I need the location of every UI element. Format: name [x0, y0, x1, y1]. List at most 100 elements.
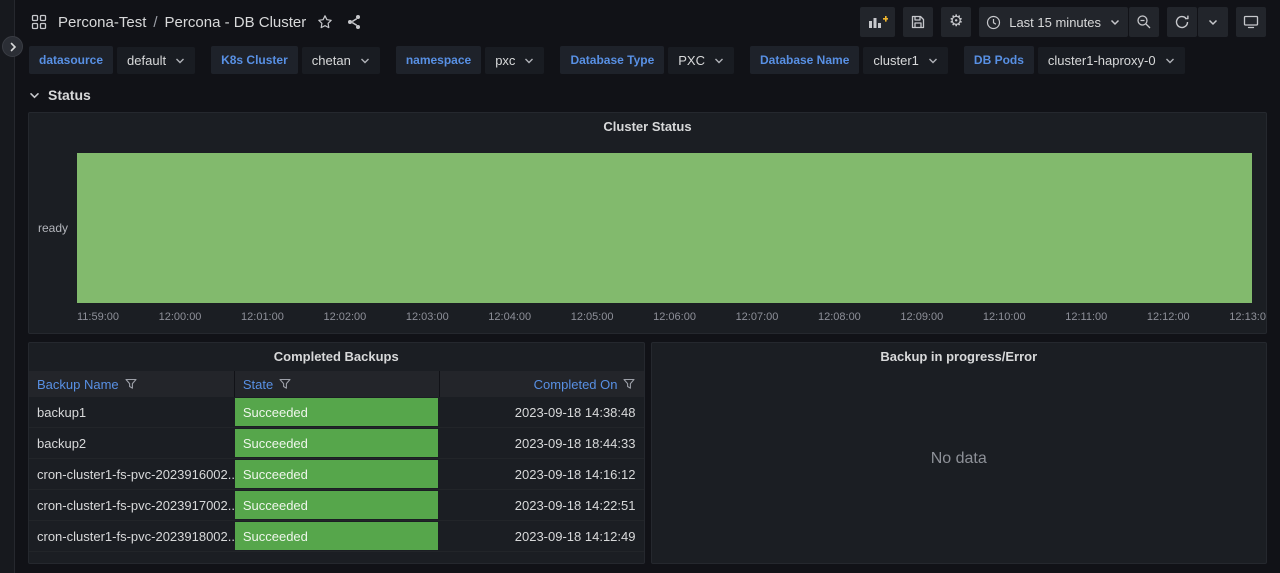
refresh-interval-dropdown[interactable] — [1198, 7, 1228, 37]
variable-k8s-cluster: K8s Clusterchetan — [211, 46, 380, 74]
completed-backups-panel: Completed Backups Backup Name State Comple… — [28, 342, 645, 564]
table-body: backup1Succeeded2023-09-18 14:38:48backu… — [29, 397, 644, 552]
x-axis-tick: 12:02:00 — [323, 311, 366, 323]
x-axis-tick: 12:00:00 — [159, 311, 202, 323]
chevron-down-icon — [714, 56, 724, 65]
column-header-completed-on[interactable]: Completed On — [439, 371, 644, 397]
add-panel-icon — [867, 14, 888, 30]
table-row: backup2Succeeded2023-09-18 18:44:33 — [29, 428, 644, 459]
x-axis-tick: 12:11:00 — [1065, 311, 1107, 323]
state-badge[interactable]: Succeeded — [235, 460, 438, 488]
state-badge[interactable]: Succeeded — [235, 429, 438, 457]
zoom-out-time-button[interactable] — [1129, 7, 1159, 37]
tv-monitor-icon — [1243, 15, 1259, 29]
time-range-label: Last 15 minutes — [1009, 15, 1101, 30]
x-axis-tick: 12:05:00 — [571, 311, 614, 323]
chevron-down-icon — [29, 90, 40, 101]
time-controls: Last 15 minutes — [979, 7, 1159, 37]
backup-name-cell[interactable]: cron-cluster1-fs-pvc-2023916002... — [29, 459, 234, 489]
chevron-down-icon — [1207, 16, 1219, 28]
page-title: Percona-Test / Percona - DB Cluster — [58, 14, 306, 31]
x-axis-tick: 12:10:00 — [983, 311, 1026, 323]
state-timeline-band[interactable] — [77, 153, 1252, 303]
column-header-label: Backup Name — [37, 377, 119, 392]
sidebar-expand-button[interactable] — [2, 36, 23, 57]
time-range-picker[interactable]: Last 15 minutes — [979, 7, 1128, 37]
filter-funnel-icon[interactable] — [279, 378, 291, 390]
breadcrumb-folder[interactable]: Percona-Test — [58, 14, 146, 31]
variable-selected-value: cluster1 — [873, 54, 919, 67]
variable-value-dropdown[interactable]: chetan — [302, 47, 380, 74]
x-axis-tick: 12:13:0 — [1229, 311, 1266, 323]
variable-selected-value: default — [127, 54, 166, 67]
breadcrumb-dashboard: Percona - DB Cluster — [165, 14, 307, 31]
kiosk-mode-button[interactable] — [1236, 7, 1266, 37]
column-header-label: State — [243, 377, 273, 392]
state-badge[interactable]: Succeeded — [235, 491, 438, 519]
dashboard-settings-button[interactable]: ⚙ — [941, 7, 971, 37]
bottom-panels-row: Completed Backups Backup Name State Comple… — [28, 342, 1267, 564]
breadcrumb-separator: / — [153, 14, 157, 31]
x-axis-tick: 12:04:00 — [488, 311, 531, 323]
star-icon — [317, 14, 333, 30]
backup-name-cell[interactable]: backup1 — [29, 397, 234, 427]
completed-on-cell: 2023-09-18 14:16:12 — [439, 459, 644, 489]
variable-value-dropdown[interactable]: cluster1 — [863, 47, 948, 74]
share-dashboard-button[interactable] — [344, 12, 364, 32]
variable-value-dropdown[interactable]: default — [117, 47, 195, 74]
refresh-icon — [1174, 14, 1190, 30]
section-header-status[interactable]: Status — [15, 80, 1280, 108]
panel-title[interactable]: Backup in progress/Error — [652, 343, 1267, 369]
completed-on-cell: 2023-09-18 14:22:51 — [439, 490, 644, 520]
table-header-row: Backup Name State Completed On — [29, 371, 644, 397]
chevron-down-icon — [524, 56, 534, 65]
star-dashboard-button[interactable] — [315, 12, 335, 32]
variable-selected-value: pxc — [495, 54, 515, 67]
backup-name-cell[interactable]: backup2 — [29, 428, 234, 458]
column-header-state[interactable]: State — [234, 371, 439, 397]
dashboards-grid-icon[interactable] — [29, 12, 49, 32]
x-axis-tick: 12:08:00 — [818, 311, 861, 323]
plot-area — [77, 153, 1252, 303]
panel-title[interactable]: Cluster Status — [29, 113, 1266, 139]
y-axis-label: ready — [29, 221, 77, 235]
variable-label: DB Pods — [964, 46, 1034, 74]
completed-on-cell: 2023-09-18 18:44:33 — [439, 428, 644, 458]
chevron-right-icon — [8, 42, 18, 52]
variable-label: Database Name — [750, 46, 859, 74]
template-variables-row: datasourcedefaultK8s Clusterchetannamesp… — [15, 44, 1280, 80]
filter-funnel-icon[interactable] — [623, 378, 635, 390]
variable-database-type: Database TypePXC — [560, 46, 734, 74]
grafana-dashboard: Percona-Test / Percona - DB Cluster — [0, 0, 1280, 573]
clock-icon — [986, 15, 1001, 30]
chevron-down-icon — [175, 56, 185, 65]
column-header-label: Completed On — [534, 377, 618, 392]
state-cell: Succeeded — [234, 490, 439, 520]
backup-name-cell[interactable]: cron-cluster1-fs-pvc-2023918002... — [29, 521, 234, 551]
variable-selected-value: cluster1-haproxy-0 — [1048, 54, 1156, 67]
completed-on-cell: 2023-09-18 14:38:48 — [439, 397, 644, 427]
column-header-backup-name[interactable]: Backup Name — [29, 371, 234, 397]
state-badge[interactable]: Succeeded — [235, 522, 438, 550]
no-data-message: No data — [652, 369, 1267, 563]
variable-value-dropdown[interactable]: pxc — [485, 47, 544, 74]
sidebar-rail — [0, 0, 15, 573]
variable-selected-value: chetan — [312, 54, 351, 67]
variable-value-dropdown[interactable]: PXC — [668, 47, 734, 74]
refresh-controls — [1167, 7, 1228, 37]
variable-selected-value: PXC — [678, 54, 705, 67]
state-cell: Succeeded — [234, 397, 439, 427]
state-badge[interactable]: Succeeded — [235, 398, 438, 426]
filter-funnel-icon[interactable] — [125, 378, 137, 390]
x-axis-tick: 12:03:00 — [406, 311, 449, 323]
x-axis-tick: 12:06:00 — [653, 311, 696, 323]
refresh-button[interactable] — [1167, 7, 1197, 37]
save-dashboard-button[interactable] — [903, 7, 933, 37]
panel-title[interactable]: Completed Backups — [29, 343, 644, 369]
variable-value-dropdown[interactable]: cluster1-haproxy-0 — [1038, 47, 1185, 74]
state-cell: Succeeded — [234, 459, 439, 489]
x-axis-tick: 12:12:00 — [1147, 311, 1190, 323]
backup-name-cell[interactable]: cron-cluster1-fs-pvc-2023917002... — [29, 490, 234, 520]
add-panel-button[interactable] — [860, 7, 895, 37]
zoom-out-icon — [1136, 14, 1152, 30]
